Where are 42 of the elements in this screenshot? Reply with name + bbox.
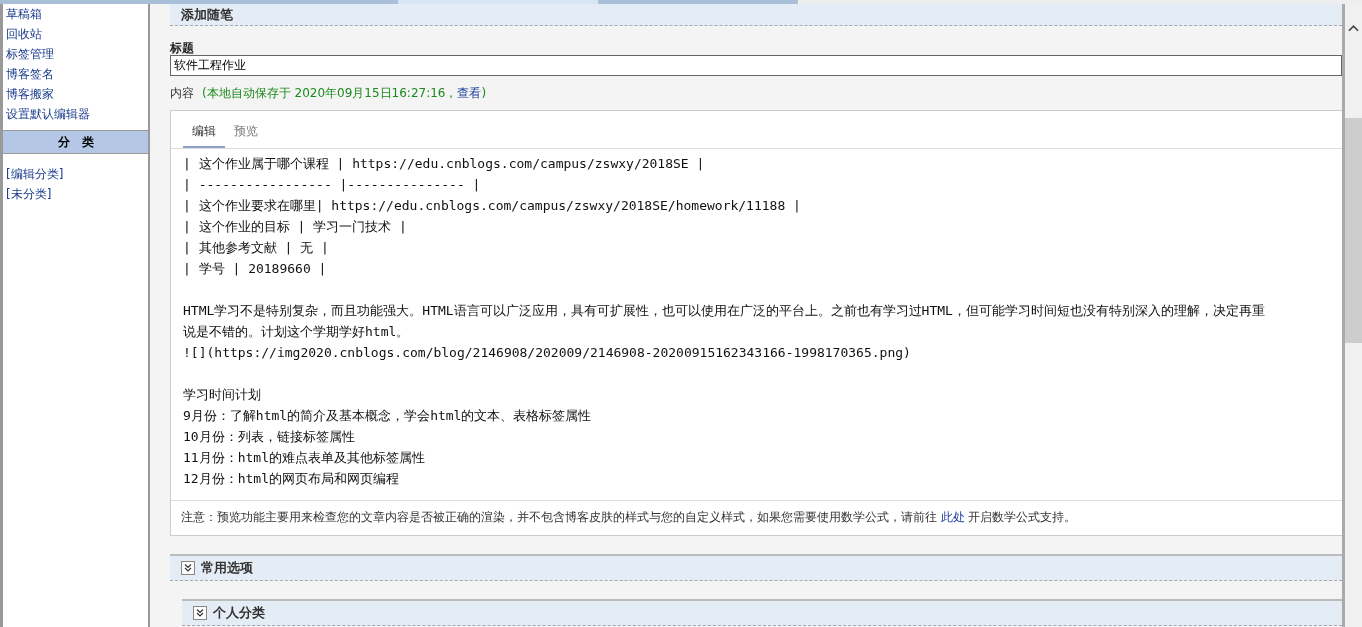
text-line: 说是不错的。计划这个学期学好html。 <box>183 323 411 341</box>
scroll-up-icon[interactable] <box>1348 24 1359 32</box>
text-line: ![](https://img2020.cnblogs.com/blog/2146908/202009/2146908-20200915162343166-1998170365.png) <box>183 344 912 362</box>
vertical-scrollbar[interactable] <box>1342 4 1362 627</box>
category-link[interactable]: [未分类] <box>3 184 52 204</box>
preview-note: 注意：预览功能主要用来检查您的文章内容是否被正确的渲染，并不包含博客皮肤的样式与您的自定义样式，如果您需要使用数学公式，请前往 此处 开启数学公式支持。 <box>171 500 1342 535</box>
section-label: 个人分类 <box>213 604 265 622</box>
text-line: | 这个作业要求在哪里| https://edu.cnblogs.com/campus/zswxy/2018SE/homework/11188 | <box>183 197 802 215</box>
text-line: 12月份：html的网页布局和网页编程 <box>183 470 400 488</box>
options-section-header[interactable]: 个人分类 <box>182 599 1342 626</box>
content-label: 内容 <box>170 86 194 100</box>
sidebar-link[interactable]: 回收站 <box>3 24 42 44</box>
text-line: HTML学习不是特别复杂，而且功能强大。HTML语言可以广泛应用，具有可扩展性，也可以使用在广泛的平台上。之前也有学习过HTML，但可能学习时间短也没有特别深入的理解，决定再重 <box>183 302 1266 320</box>
text-line: 10月份：列表，链接标签属性 <box>183 428 356 446</box>
sidebar-link[interactable]: 设置默认编辑器 <box>3 104 90 124</box>
text-line: | 其他参考文献 | 无 | <box>183 239 330 257</box>
view-link[interactable]: 查看 <box>457 86 482 100</box>
expand-toggle-icon[interactable] <box>193 606 207 620</box>
field-label: 标题 <box>170 40 195 55</box>
text-line: | 学号 | 20189660 | <box>183 260 328 278</box>
category-header: 分 类 <box>3 130 148 154</box>
sidebar-link[interactable]: 标签管理 <box>3 44 54 64</box>
text-line: 11月份：html的难点表单及其他标签属性 <box>183 449 426 467</box>
text-line: 9月份：了解html的简介及基本概念，学会html的文本、表格标签属性 <box>183 407 593 425</box>
expand-toggle-icon[interactable] <box>181 561 195 575</box>
title-input[interactable]: 软件工程作业 <box>170 55 1342 76</box>
text-line: | ----------------- |--------------- | <box>183 176 482 194</box>
here-link[interactable]: 此处 <box>940 510 965 524</box>
text-line: | 这个作业属于哪个课程 | https://edu.cnblogs.com/campus/zswxy/2018SE | <box>183 155 706 173</box>
options-section-header[interactable]: 常用选项 <box>170 554 1342 581</box>
sidebar-link[interactable]: 博客搬家 <box>3 84 54 104</box>
editor-tab[interactable]: 预览 <box>225 119 267 148</box>
autosave-note: (本地自动保存于 2020年09月15日16:27:16，查看) <box>202 86 487 100</box>
category-link[interactable]: [编辑分类] <box>3 164 64 184</box>
text-line: 学习时间计划 <box>183 386 262 404</box>
sidebar-link[interactable]: 草稿箱 <box>3 4 42 24</box>
scroll-thumb[interactable] <box>1345 118 1362 343</box>
sidebar-link[interactable]: 博客签名 <box>3 64 54 84</box>
text-line: | 这个作业的目标 | 学习一门技术 | <box>183 218 408 236</box>
section-title: 添加随笔 <box>181 7 233 22</box>
section-label: 常用选项 <box>201 559 253 577</box>
editor-tab[interactable]: 编辑 <box>183 119 225 148</box>
